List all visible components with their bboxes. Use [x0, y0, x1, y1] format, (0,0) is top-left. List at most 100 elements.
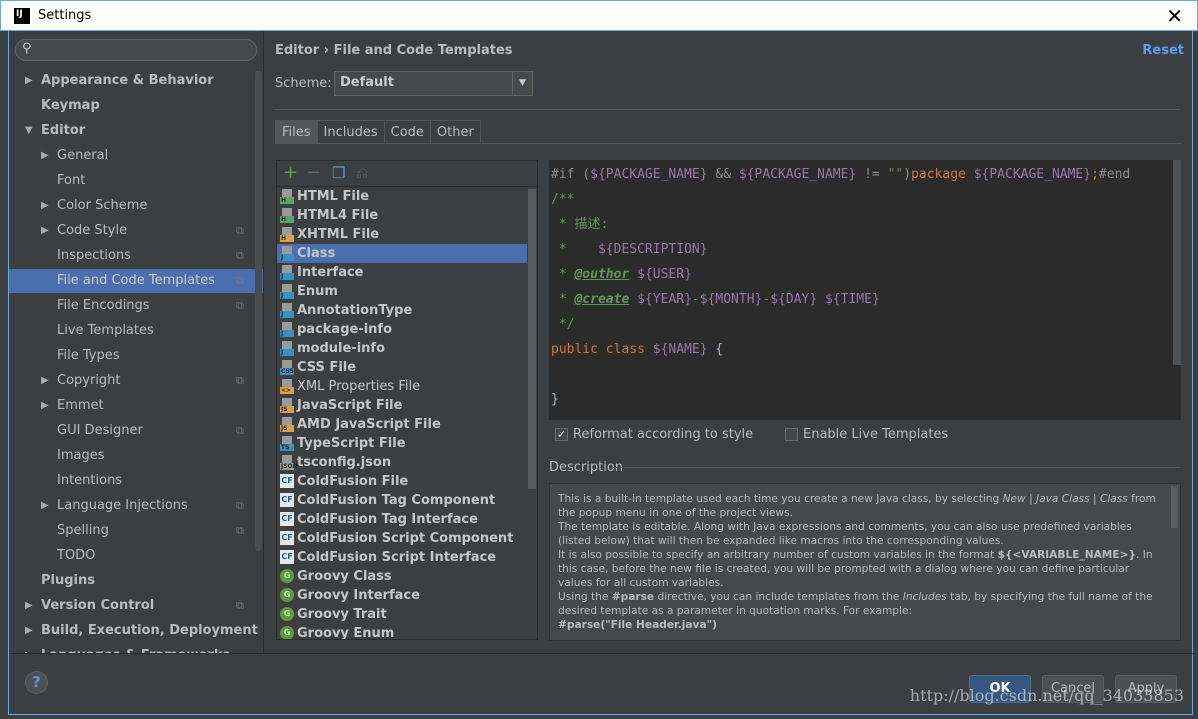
reset-template-icon[interactable]: ⎌	[356, 164, 368, 182]
xml-file-icon: <>	[280, 379, 294, 394]
list-item[interactable]: G Groovy Interface	[277, 586, 527, 605]
list-item[interactable]: CF ColdFusion Script Component	[277, 529, 527, 548]
sidebar-item-images[interactable]: Images	[9, 444, 263, 468]
sidebar-item-build-execution-deployment[interactable]: ▶ Build, Execution, Deployment	[9, 619, 263, 643]
sidebar-item-emmet[interactable]: ▶ Emmet	[9, 394, 263, 418]
list-item-label: ColdFusion Script Component	[297, 531, 514, 546]
chevron-right-icon[interactable]: ▶	[25, 594, 33, 618]
list-item[interactable]: J AnnotationType	[277, 301, 527, 320]
list-item[interactable]: JSON tsconfig.json	[277, 453, 527, 472]
sidebar-item-todo[interactable]: TODO	[9, 544, 263, 568]
help-button[interactable]: ?	[25, 671, 48, 694]
list-item[interactable]: CF ColdFusion Script Interface	[277, 548, 527, 567]
checkbox-unchecked[interactable]	[785, 428, 798, 441]
sidebar-item-live-templates[interactable]: Live Templates	[9, 319, 263, 343]
sidebar-item-version-control[interactable]: ▶ Version Control ⧉	[9, 594, 263, 618]
description-scrollbar[interactable]	[1171, 486, 1178, 528]
list-scrollbar[interactable]	[528, 189, 536, 489]
list-item[interactable]: JS AMD JavaScript File	[277, 415, 527, 434]
sidebar-item-inspections[interactable]: Inspections ⧉	[9, 244, 263, 268]
sidebar-item-plugins[interactable]: Plugins	[9, 569, 263, 593]
close-button[interactable]: ✕	[1166, 4, 1183, 28]
list-item[interactable]: Jmodule-info	[277, 339, 527, 358]
list-item[interactable]: CSS CSS File	[277, 358, 527, 377]
list-item-label: AMD JavaScript File	[297, 417, 441, 432]
list-item[interactable]: <> XML Properties File	[277, 377, 527, 396]
sidebar-item-file-types[interactable]: File Types	[9, 344, 263, 368]
tab-files[interactable]: Files	[275, 120, 317, 144]
chevron-right-icon[interactable]: ▶	[41, 394, 49, 418]
list-item-label: ColdFusion Tag Component	[297, 493, 496, 508]
sidebar-item-keymap[interactable]: Keymap	[9, 94, 263, 118]
sidebar-scrollbar[interactable]	[255, 71, 262, 551]
template-editor[interactable]: #if (${PACKAGE_NAME} && ${PACKAGE_NAME} …	[549, 160, 1181, 420]
ts-file-icon: TS	[280, 436, 294, 451]
chevron-right-icon[interactable]: ▶	[41, 194, 49, 218]
sidebar-item-intentions[interactable]: Intentions	[9, 469, 263, 493]
copy-icon[interactable]: ❐	[332, 164, 345, 182]
code-token: )	[903, 167, 912, 182]
list-item[interactable]: H XHTML File	[277, 225, 527, 244]
list-item[interactable]: J Interface	[277, 263, 527, 282]
search-input[interactable]: ⚲	[15, 39, 257, 61]
chevron-right-icon[interactable]: ▶	[25, 69, 33, 93]
sidebar-item-languages-frameworks[interactable]: ▶ Languages & Frameworks	[9, 644, 263, 653]
list-item[interactable]: Jpackage-info	[277, 320, 527, 339]
sidebar-item-general[interactable]: ▶ General	[9, 144, 263, 168]
list-item[interactable]: J Class	[277, 244, 527, 263]
sidebar-item-editor[interactable]: ▼ Editor	[9, 119, 263, 143]
chevron-right-icon[interactable]: ▶	[25, 644, 33, 653]
tab-includes[interactable]: Includes	[316, 120, 384, 144]
tab-code[interactable]: Code	[383, 120, 430, 144]
code-line: #if (${PACKAGE_NAME} && ${PACKAGE_NAME} …	[551, 162, 1130, 187]
chevron-right-icon[interactable]: ▶	[41, 144, 49, 168]
list-item[interactable]: TS TypeScript File	[277, 434, 527, 453]
code-token: ${PACKAGE_NAME}	[590, 167, 708, 182]
chevron-down-icon: ▼	[512, 72, 532, 95]
list-item[interactable]: JS JavaScript File	[277, 396, 527, 415]
chevron-right-icon[interactable]: ▶	[25, 619, 33, 643]
sidebar-item-file-and-code-templates[interactable]: File and Code Templates ⧉	[9, 269, 263, 293]
chevron-down-icon[interactable]: ▼	[25, 119, 33, 143]
list-item[interactable]: G Groovy Trait	[277, 605, 527, 624]
editor-scrollbar[interactable]	[1173, 160, 1181, 365]
chevron-right-icon[interactable]: ▶	[41, 369, 49, 393]
list-item[interactable]: CF ColdFusion Tag Component	[277, 491, 527, 510]
html-file-icon: H	[280, 189, 294, 204]
list-item[interactable]: CF ColdFusion Tag Interface	[277, 510, 527, 529]
sidebar-item-copyright[interactable]: ▶ Copyright ⧉	[9, 369, 263, 393]
list-item[interactable]: H HTML File	[277, 187, 527, 206]
code-token: ${USER}	[637, 267, 692, 282]
code-line: }	[551, 387, 559, 412]
chevron-right-icon[interactable]: ▶	[41, 494, 49, 518]
breadcrumb: Editor › File and Code Templates	[275, 43, 513, 58]
list-item[interactable]: CF ColdFusion File	[277, 472, 527, 491]
groovy-file-icon: G	[280, 569, 294, 584]
sidebar-item-code-style[interactable]: ▶ Code Style ⧉	[9, 219, 263, 243]
reset-link[interactable]: Reset	[1142, 43, 1184, 58]
list-item[interactable]: G Groovy Class	[277, 567, 527, 586]
chevron-right-icon[interactable]: ▶	[41, 219, 49, 243]
checkbox-checked[interactable]: ✓	[555, 428, 568, 441]
scheme-dropdown[interactable]: Default ▼	[334, 71, 533, 96]
sidebar-item-file-encodings[interactable]: File Encodings ⧉	[9, 294, 263, 318]
sidebar-item-spelling[interactable]: Spelling ⧉	[9, 519, 263, 543]
sidebar-item-gui-designer[interactable]: GUI Designer ⧉	[9, 419, 263, 443]
live-templates-checkbox[interactable]: Enable Live Templates	[785, 427, 948, 442]
list-item[interactable]: G Groovy Enum	[277, 624, 527, 639]
list-item[interactable]: J Enum	[277, 282, 527, 301]
sidebar-item-font[interactable]: Font	[9, 169, 263, 193]
sidebar-item-language-injections[interactable]: ▶ Language Injections ⧉	[9, 494, 263, 518]
sidebar-item-label: Plugins	[41, 573, 95, 588]
list-item[interactable]: H HTML4 File	[277, 206, 527, 225]
reformat-checkbox[interactable]: ✓ Reformat according to style	[555, 427, 753, 442]
remove-icon[interactable]: −	[306, 162, 321, 183]
add-icon[interactable]: +	[283, 162, 298, 183]
sidebar-item-appearance-behavior[interactable]: ▶ Appearance & Behavior	[9, 69, 263, 93]
sidebar-item-color-scheme[interactable]: ▶ Color Scheme	[9, 194, 263, 218]
list-item-label: Groovy Trait	[297, 607, 387, 622]
coldfusion-file-icon: CF	[280, 550, 294, 565]
tab-other[interactable]: Other	[429, 120, 481, 144]
